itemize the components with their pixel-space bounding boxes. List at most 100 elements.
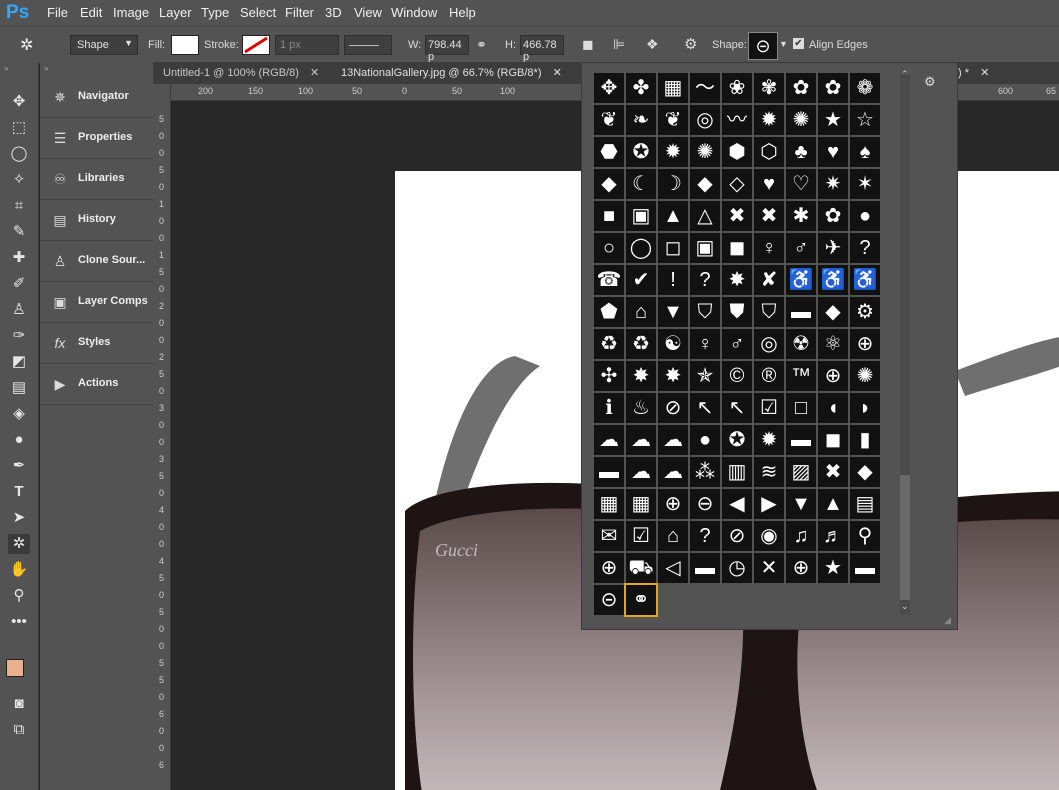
shape-cell[interactable]: ♣ (786, 137, 816, 167)
shape-cell[interactable]: ▼ (658, 297, 688, 327)
menu-3d[interactable]: 3D (325, 5, 342, 20)
shape-cell[interactable]: ⚲ (850, 521, 880, 551)
shape-cell[interactable]: ▶ (754, 489, 784, 519)
close-icon[interactable]: ✕ (310, 67, 319, 79)
shape-cell[interactable]: ⊕ (850, 329, 880, 359)
shape-cell[interactable]: ⬢ (722, 137, 752, 167)
shape-cell[interactable]: ✹ (658, 137, 688, 167)
menu-file[interactable]: File (47, 5, 68, 20)
panel-history[interactable]: ▤ History (40, 200, 153, 241)
clone-stamp-tool-icon[interactable]: ♙ (8, 300, 30, 320)
foreground-color-swatch[interactable] (6, 659, 24, 677)
shape-cell[interactable]: ♨ (626, 393, 656, 423)
shape-cell[interactable]: ◎ (754, 329, 784, 359)
shape-cell[interactable]: ◆ (818, 297, 848, 327)
shape-cell[interactable]: ♬ (818, 521, 848, 551)
picker-gear-icon[interactable]: ⚙ (924, 74, 936, 90)
shape-cell[interactable]: ☁ (658, 457, 688, 487)
path-selection-tool-icon[interactable]: ➤ (8, 508, 30, 528)
shape-cell[interactable]: ♀ (754, 233, 784, 263)
shape-cell[interactable]: ? (690, 265, 720, 295)
shape-cell[interactable]: ↖ (690, 393, 720, 423)
shape-cell[interactable]: ⬣ (594, 137, 624, 167)
shape-cell[interactable]: ◀ (722, 489, 752, 519)
shape-cell[interactable]: ▣ (690, 233, 720, 263)
menu-edit[interactable]: Edit (80, 5, 102, 20)
shape-cell[interactable]: ♿ (786, 265, 816, 295)
shape-cell[interactable]: ▦ (594, 489, 624, 519)
shape-cell[interactable]: ☾ (626, 169, 656, 199)
gradient-tool-icon[interactable]: ▤ (8, 378, 30, 398)
shape-cell[interactable]: ⬟ (594, 297, 624, 327)
shape-cell[interactable]: ▮ (850, 425, 880, 455)
shape-cell[interactable]: ⊖ (690, 489, 720, 519)
menu-view[interactable]: View (354, 5, 382, 20)
shape-cell[interactable]: ▦ (658, 73, 688, 103)
shape-cell[interactable]: ♿ (850, 265, 880, 295)
custom-shape-tool-icon[interactable]: ✲ (20, 35, 44, 55)
shape-cell[interactable]: ♠ (850, 137, 880, 167)
shape-cell[interactable]: ⚙ (850, 297, 880, 327)
shape-cell[interactable]: ≋ (754, 457, 784, 487)
shape-cell[interactable]: ▼ (786, 489, 816, 519)
shape-cell[interactable]: ⚛ (818, 329, 848, 359)
close-icon[interactable]: ✕ (980, 67, 989, 79)
shape-cell[interactable]: ☆ (850, 105, 880, 135)
shape-cell[interactable]: ■ (594, 201, 624, 231)
shape-cell[interactable]: ? (690, 521, 720, 551)
shape-cell[interactable]: ✾ (754, 73, 784, 103)
panel-styles[interactable]: fx Styles (40, 323, 153, 364)
shape-cell[interactable]: ◇ (722, 169, 752, 199)
shape-cell[interactable]: ◖ (818, 393, 848, 423)
shape-cell[interactable]: ✤ (626, 73, 656, 103)
shape-cell[interactable]: ☯ (658, 329, 688, 359)
menu-filter[interactable]: Filter (285, 5, 314, 20)
shape-cell[interactable]: ♫ (786, 521, 816, 551)
shape-cell[interactable]: ✖ (722, 201, 752, 231)
hand-tool-icon[interactable]: ✋ (8, 560, 30, 580)
shape-cell[interactable]: ☽ (658, 169, 688, 199)
shape-cell[interactable]: ● (690, 425, 720, 455)
shape-cell[interactable]: ♂ (722, 329, 752, 359)
shape-cell[interactable]: ♥ (754, 169, 784, 199)
shape-cell[interactable]: ☢ (786, 329, 816, 359)
eyedropper-tool-icon[interactable]: ✎ (8, 222, 30, 242)
shape-cell[interactable]: ♿ (818, 265, 848, 295)
shape-cell[interactable]: ✖ (818, 457, 848, 487)
shape-cell[interactable]: ▦ (626, 489, 656, 519)
type-tool-icon[interactable]: T (8, 482, 30, 502)
shape-cell[interactable]: ☑ (626, 521, 656, 551)
shape-cell[interactable]: ⊝ (594, 585, 624, 615)
marquee-tool-icon[interactable]: ⬚ (8, 118, 30, 138)
shape-cell[interactable]: ⛉ (690, 297, 720, 327)
shape-cell[interactable]: ⊕ (818, 361, 848, 391)
shape-cell[interactable]: ✸ (722, 265, 752, 295)
pen-tool-icon[interactable]: ✒ (8, 456, 30, 476)
stroke-swatch[interactable] (242, 35, 270, 55)
shape-cell[interactable]: ✸ (658, 361, 688, 391)
shape-cell[interactable]: ○ (594, 233, 624, 263)
shape-cell[interactable]: ⌂ (626, 297, 656, 327)
panel-libraries[interactable]: ♾ Libraries (40, 159, 153, 200)
shape-cell[interactable]: ❦ (594, 105, 624, 135)
shape-cell[interactable]: ◎ (690, 105, 720, 135)
shape-cell[interactable]: ◻ (658, 233, 688, 263)
shape-cell[interactable]: ● (850, 201, 880, 231)
shape-cell[interactable]: ✪ (722, 425, 752, 455)
shape-cell[interactable]: ☁ (626, 425, 656, 455)
shape-cell[interactable]: ✕ (754, 553, 784, 583)
shape-cell[interactable]: ℹ (594, 393, 624, 423)
shape-cell-sunglasses-selected[interactable]: ⚭ (624, 583, 658, 617)
shape-cell[interactable]: ▬ (786, 297, 816, 327)
tab-active-document[interactable]: ) * ✕ (958, 62, 989, 84)
shape-cell[interactable]: ✹ (754, 105, 784, 135)
scroll-up-icon[interactable]: ⌃ (901, 69, 909, 80)
shape-cell[interactable]: ✯ (690, 361, 720, 391)
shape-cell[interactable]: ✣ (594, 361, 624, 391)
shape-cell[interactable]: ☑ (754, 393, 784, 423)
eraser-tool-icon[interactable]: ◩ (8, 352, 30, 372)
shape-cell[interactable]: ◯ (626, 233, 656, 263)
panel-clone-source[interactable]: ♙ Clone Sour... (40, 241, 153, 282)
menu-help[interactable]: Help (449, 5, 476, 20)
shape-cell[interactable]: ♡ (786, 169, 816, 199)
